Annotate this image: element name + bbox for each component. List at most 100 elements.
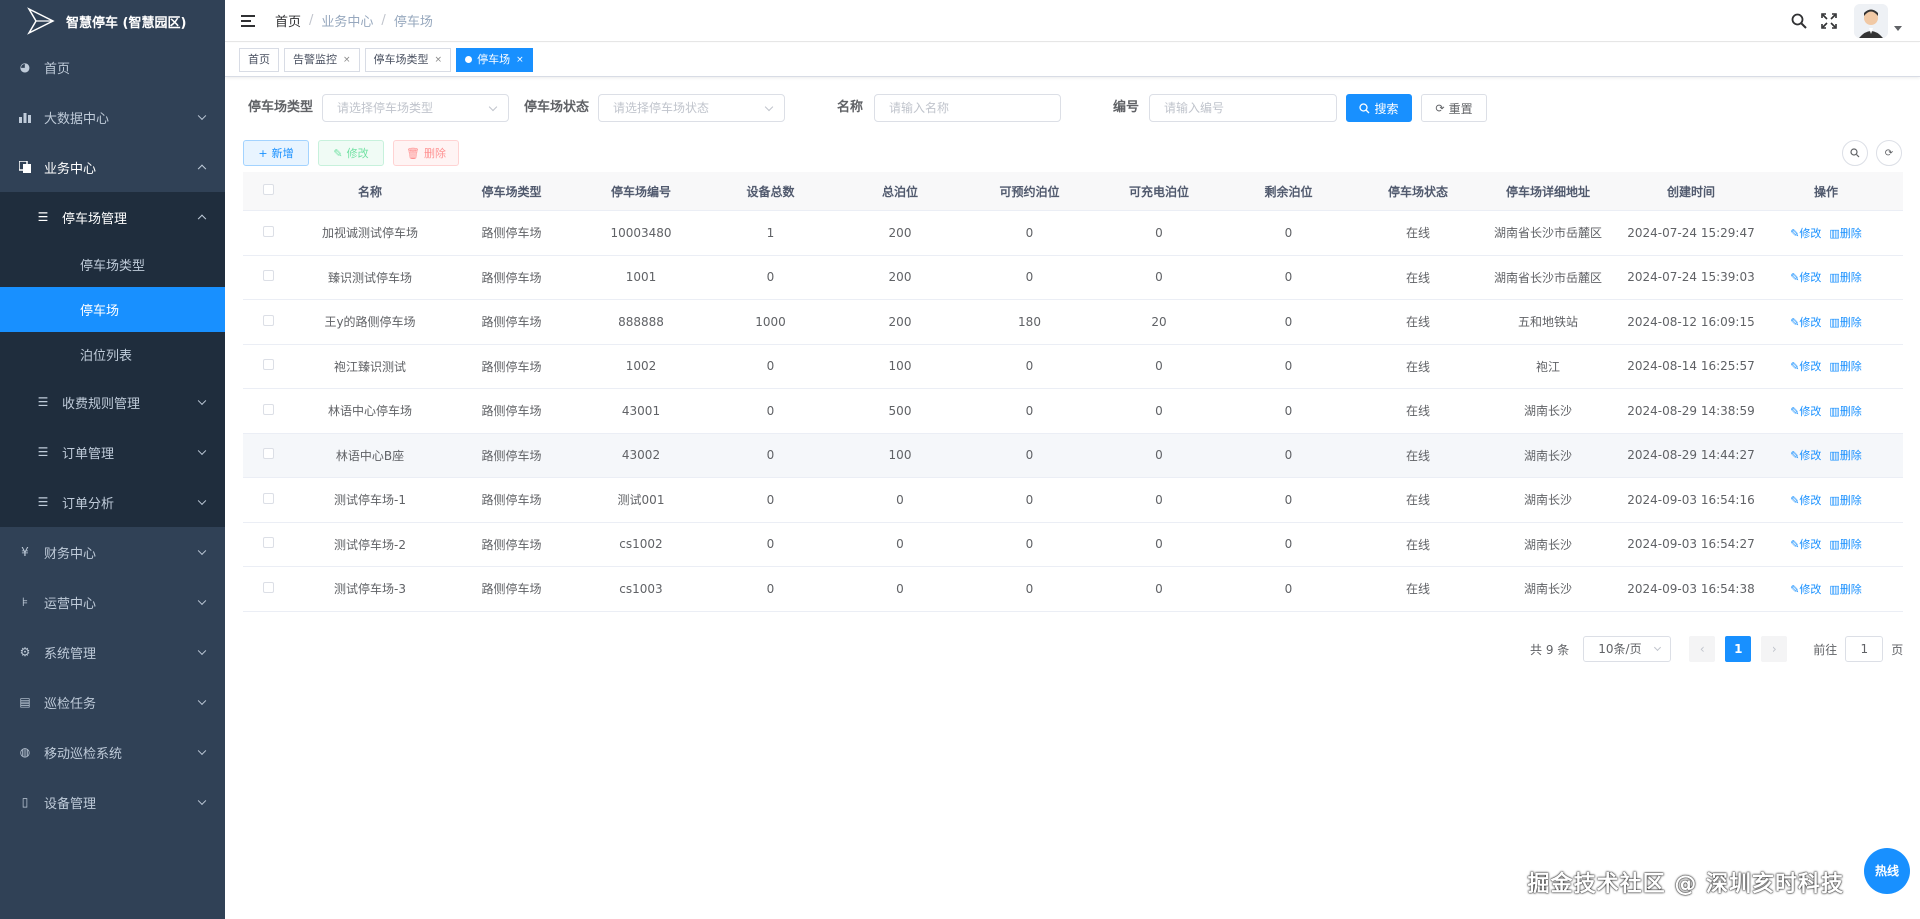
caret-down-icon[interactable]	[1894, 25, 1902, 31]
parking-status-select[interactable]: 请选择停车场状态	[598, 94, 785, 122]
row-edit-link[interactable]: ✎修改	[1790, 360, 1821, 373]
table-row[interactable]: 王y的路侧停车场 路侧停车场 888888 1000 200 180 20 0 在线 五和地铁站 2…	[243, 300, 1903, 345]
table-row[interactable]: 林语中心停车场 路侧停车场 43001 0 500 0 0 0 在线 湖南长沙 2024-08-29…	[243, 389, 1903, 434]
column-header[interactable]: 停车场编号	[576, 183, 706, 200]
hamburger-icon[interactable]	[241, 14, 255, 27]
column-header[interactable]: 总泊位	[835, 183, 965, 200]
cell-actions: ✎修改 ▥删除	[1769, 269, 1883, 285]
column-header[interactable]: 剩余泊位	[1224, 183, 1353, 200]
row-delete-link[interactable]: ▥删除	[1829, 316, 1861, 329]
row-edit-link[interactable]: ✎修改	[1790, 271, 1821, 284]
row-delete-link[interactable]: ▥删除	[1829, 227, 1861, 240]
column-header[interactable]: 停车场类型	[447, 183, 576, 200]
sidebar-item-system[interactable]: ⚙ 系统管理	[0, 627, 225, 677]
row-edit-link[interactable]: ✎修改	[1790, 405, 1821, 418]
row-edit-link[interactable]: ✎修改	[1790, 227, 1821, 240]
hotline-button[interactable]: 热线	[1864, 848, 1910, 894]
column-header[interactable]: 停车场状态	[1353, 183, 1483, 200]
column-header[interactable]: 可预约泊位	[965, 183, 1094, 200]
close-icon[interactable]: ×	[343, 49, 351, 71]
tag-alarm-monitor[interactable]: 告警监控 ×	[284, 47, 360, 72]
sidebar-item-orders[interactable]: ☰ 订单管理	[0, 427, 225, 477]
reset-button[interactable]: ⟳ 重置	[1421, 94, 1487, 122]
table-row[interactable]: 袍江臻识测试 路侧停车场 1002 0 100 0 0 0 在线 袍江 2024-08-14 16:…	[243, 345, 1903, 389]
sidebar-item-bigdata[interactable]: 大数据中心	[0, 92, 225, 142]
breadcrumb-home[interactable]: 首页	[275, 11, 301, 30]
table-row[interactable]: 测试停车场-2 路侧停车场 cs1002 0 0 0 0 0 在线 湖南长沙 2024-09-03 …	[243, 523, 1903, 567]
row-edit-link[interactable]: ✎修改	[1790, 538, 1821, 551]
row-edit-link[interactable]: ✎修改	[1790, 494, 1821, 507]
row-checkbox[interactable]	[262, 359, 274, 371]
next-page-button[interactable]: ›	[1761, 636, 1788, 662]
sidebar-item-devices[interactable]: ▯ 设备管理	[0, 777, 225, 827]
sidebar-item-parking-type[interactable]: 停车场类型	[0, 242, 225, 287]
row-checkbox[interactable]	[262, 537, 274, 549]
add-button[interactable]: + 新增	[243, 140, 309, 166]
column-header[interactable]: 停车场详细地址	[1483, 183, 1613, 200]
column-header[interactable]: 名称	[293, 183, 447, 200]
row-checkbox[interactable]	[262, 314, 274, 326]
fullscreen-icon[interactable]	[1820, 12, 1838, 30]
app-logo[interactable]: 智慧停车 (智慧园区)	[0, 0, 225, 42]
input-placeholder: 请输入名称	[889, 101, 950, 115]
cell-reservable-berths: 0	[1025, 403, 1034, 418]
row-delete-link[interactable]: ▥删除	[1829, 449, 1861, 462]
search-icon[interactable]	[1790, 12, 1808, 30]
toggle-search-button[interactable]	[1842, 140, 1868, 166]
row-edit-link[interactable]: ✎修改	[1790, 316, 1821, 329]
prev-page-button[interactable]: ‹	[1689, 636, 1716, 662]
row-delete-link[interactable]: ▥删除	[1829, 360, 1861, 373]
table-row[interactable]: 测试停车场-1 路侧停车场 测试001 0 0 0 0 0 在线 湖南长沙 2024-09-03 1…	[243, 478, 1903, 523]
select-all-checkbox[interactable]	[262, 184, 274, 195]
sidebar-item-inspection[interactable]: ▤ 巡检任务	[0, 677, 225, 727]
tag-parking-lot[interactable]: 停车场 ×	[456, 47, 533, 72]
sidebar-item-finance[interactable]: ¥ 财务中心	[0, 527, 225, 577]
sidebar-item-berth-list[interactable]: 泊位列表	[0, 332, 225, 377]
row-delete-link[interactable]: ▥删除	[1829, 494, 1861, 507]
row-delete-link[interactable]: ▥删除	[1829, 405, 1861, 418]
sidebar-item-home[interactable]: ◕ 首页	[0, 42, 225, 92]
sidebar-item-parking-mgmt[interactable]: ☰ 停车场管理	[0, 192, 225, 242]
close-icon[interactable]: ×	[435, 49, 443, 71]
delete-button[interactable]: 🗑 删除	[393, 140, 459, 166]
page-number[interactable]: 1	[1725, 636, 1752, 662]
name-input[interactable]: 请输入名称	[874, 94, 1061, 122]
row-delete-link[interactable]: ▥删除	[1829, 271, 1861, 284]
close-icon[interactable]: ×	[516, 49, 524, 71]
parking-type-select[interactable]: 请选择停车场类型	[322, 94, 509, 122]
table-body: 加视诚测试停车场 路侧停车场 10003480 1 200 0 0 0 在线 湖南省长沙市岳麓区 2…	[243, 211, 1903, 612]
row-checkbox[interactable]	[262, 225, 274, 237]
row-edit-link[interactable]: ✎修改	[1790, 583, 1821, 596]
column-header[interactable]: 设备总数	[706, 183, 835, 200]
sidebar-item-order-analysis[interactable]: ☰ 订单分析	[0, 477, 225, 527]
code-input[interactable]: 请输入编号	[1149, 94, 1337, 122]
row-checkbox[interactable]	[262, 448, 274, 460]
row-checkbox[interactable]	[262, 492, 274, 504]
tag-home[interactable]: 首页	[239, 47, 279, 72]
row-checkbox[interactable]	[262, 403, 274, 415]
avatar[interactable]	[1854, 4, 1888, 38]
table-row[interactable]: 加视诚测试停车场 路侧停车场 10003480 1 200 0 0 0 在线 湖南省长沙市岳麓区 2…	[243, 211, 1903, 256]
page-size-select[interactable]: 10条/页	[1583, 636, 1672, 662]
sidebar-item-mobile-inspection[interactable]: ◍ 移动巡检系统	[0, 727, 225, 777]
column-header[interactable]: 创建时间	[1613, 183, 1769, 200]
tag-parking-type[interactable]: 停车场类型 ×	[364, 47, 452, 72]
table-row[interactable]: 臻识测试停车场 路侧停车场 1001 0 200 0 0 0 在线 湖南省长沙市岳麓区 2024-0…	[243, 256, 1903, 300]
cell-address: 湖南长沙	[1523, 537, 1572, 552]
sidebar-item-fee-rules[interactable]: ☰ 收费规则管理	[0, 377, 225, 427]
goto-page-input[interactable]: 1	[1845, 636, 1884, 662]
row-checkbox[interactable]	[262, 270, 274, 282]
sidebar-item-operations[interactable]: ⊧ 运营中心	[0, 577, 225, 627]
column-header[interactable]: 可充电泊位	[1094, 183, 1224, 200]
refresh-button[interactable]: ⟳	[1876, 140, 1902, 166]
row-delete-link[interactable]: ▥删除	[1829, 538, 1861, 551]
table-row[interactable]: 林语中心B座 路侧停车场 43002 0 100 0 0 0 在线 湖南长沙 2024-08-29 …	[243, 433, 1903, 478]
edit-button[interactable]: ✎ 修改	[318, 140, 384, 166]
search-button[interactable]: 搜索	[1346, 94, 1412, 122]
row-edit-link[interactable]: ✎修改	[1790, 449, 1821, 462]
row-delete-link[interactable]: ▥删除	[1829, 583, 1861, 596]
sidebar-item-business[interactable]: 业务中心	[0, 142, 225, 192]
row-checkbox[interactable]	[262, 581, 274, 593]
table-row[interactable]: 测试停车场-3 路侧停车场 cs1003 0 0 0 0 0 在线 湖南长沙 2024-09-03 …	[243, 567, 1903, 612]
sidebar-item-parking-lot[interactable]: 停车场	[0, 287, 225, 332]
